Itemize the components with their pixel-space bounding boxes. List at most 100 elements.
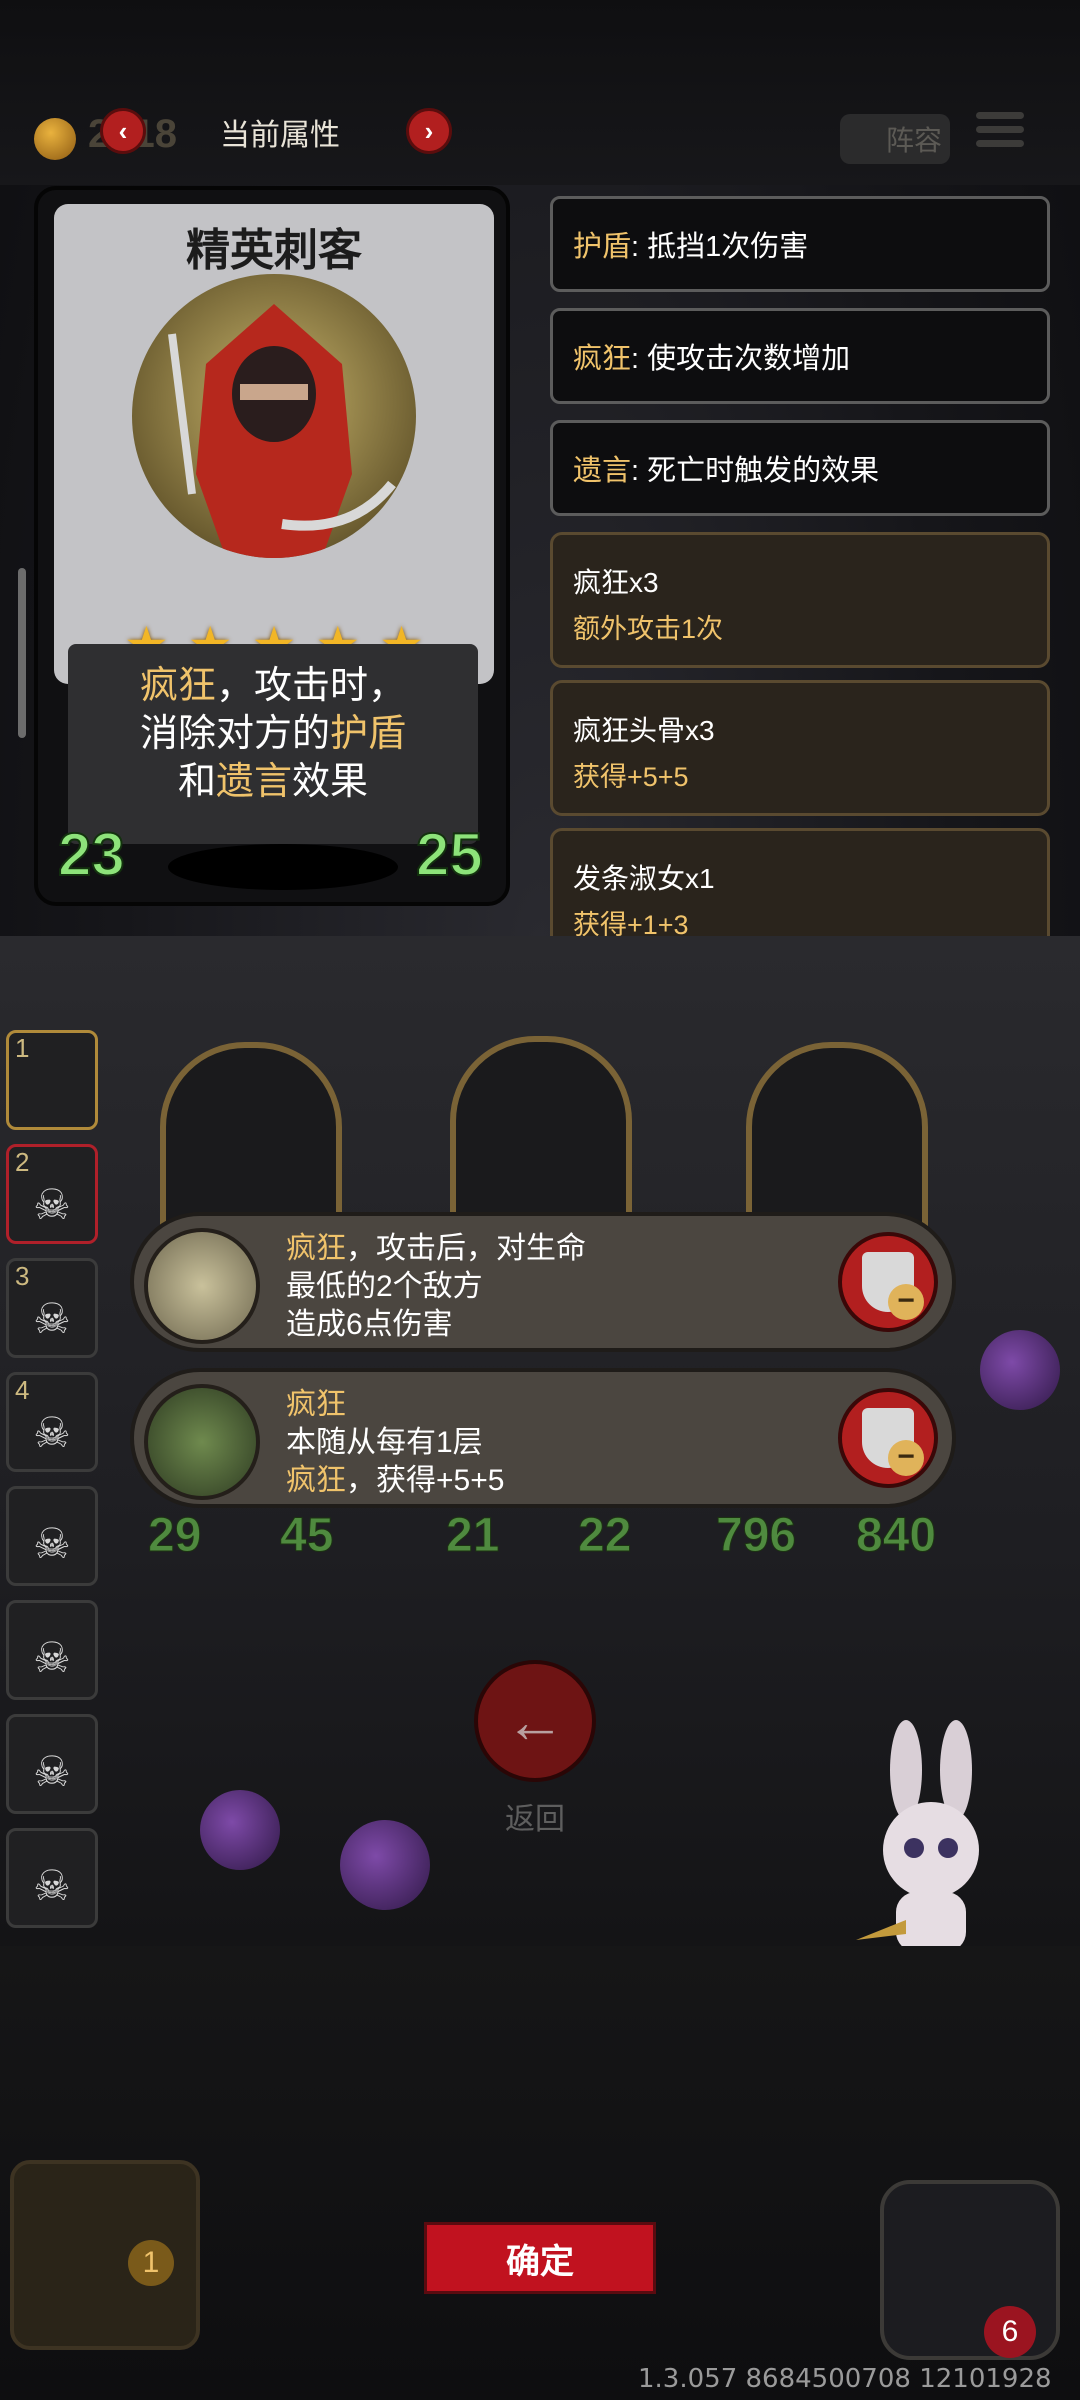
item-title: 发条淑女x1 [573, 863, 715, 894]
keyword-frenzy: 疯狂 [286, 1232, 346, 1265]
item-effect: 额外攻击1次 [573, 614, 724, 644]
card-description: 疯狂，攻击时， 消除对方的护盾 和遗言效果 [68, 662, 478, 806]
back-button[interactable]: ← [474, 1660, 596, 1782]
desc-text: 效果 [292, 761, 369, 803]
skull-icon: ☠ [33, 1634, 71, 1681]
rose-decoration [340, 1820, 430, 1910]
scrollbar[interactable] [18, 568, 26, 738]
keyword-panel-frenzy: 疯狂: 使攻击次数增加 [550, 308, 1050, 404]
skill-description: 疯狂，攻击后，对生命 最低的2个敌方 造成6点伤害 [286, 1230, 586, 1344]
keyword-desc: : 使攻击次数增加 [631, 343, 851, 375]
attack-value: 23 [57, 820, 126, 889]
keyword-frenzy: 疯狂 [286, 1464, 346, 1497]
chest-count-badge: 1 [128, 2240, 174, 2286]
version-text: 1.3.057 8684500708 12101928 [638, 2364, 1052, 2394]
card-name: 精英刺客 [186, 226, 362, 275]
next-button[interactable]: › [406, 108, 452, 154]
skill-text: ，获得+5+5 [346, 1464, 505, 1497]
item-list-clip[interactable]: 发条淑女x1 获得+1+3 [550, 828, 1050, 936]
menu-icon[interactable] [976, 112, 1024, 156]
item-effect: 获得+1+3 [573, 910, 689, 936]
minion-3-health: 840 [855, 1509, 937, 1563]
confirm-button[interactable]: 确定 [424, 2222, 656, 2294]
slot-number: 3 [15, 1261, 30, 1291]
card-description-box: 疯狂，攻击时， 消除对方的护盾 和遗言效果 [68, 644, 478, 844]
keyword-desc: : 抵挡1次伤害 [631, 231, 809, 263]
skull-icon: ☠ [33, 1181, 71, 1228]
minion-2-attack: 21 [445, 1509, 500, 1563]
desc-text: ，攻击时， [216, 665, 407, 707]
skill-row-1: 疯狂，攻击后，对生命 最低的2个敌方 造成6点伤害 − [130, 1212, 956, 1352]
lineup-label: 阵容 [885, 125, 942, 156]
minus-icon: − [888, 1440, 924, 1476]
team-slot-3[interactable]: 3 ☠ [6, 1258, 98, 1358]
team-slot-4[interactable]: 4 ☠ [6, 1372, 98, 1472]
skill-text: 本随从每有1层 [286, 1426, 483, 1459]
skull-icon: ☠ [33, 1748, 71, 1795]
skill-text: ，攻击后，对生命 [346, 1232, 586, 1265]
lineup-button[interactable]: 阵容 [840, 114, 950, 164]
slot-number: 1 [15, 1033, 30, 1063]
item-title: 疯狂x3 [573, 567, 659, 598]
slot-number: 2 [15, 1147, 30, 1177]
item-effect: 获得+5+5 [573, 762, 689, 792]
skull-icon: ☠ [33, 1409, 71, 1456]
minion-2-health: 22 [577, 1509, 632, 1563]
gold-coin-icon [34, 118, 76, 160]
hero-level-badge: 6 [984, 2306, 1036, 2358]
hero-card: 精英刺客 ★ ★ ★ ★ ★ 疯狂，攻击时， 消除对方的护盾 和遗言效果 23 … [34, 186, 510, 906]
assassin-portrait [132, 274, 416, 558]
keyword-shield: 护盾 [330, 713, 407, 755]
item-title: 疯狂头骨x3 [573, 715, 715, 746]
skull-icon: ☠ [33, 1862, 71, 1909]
skill-text: 造成6点伤害 [286, 1308, 453, 1341]
team-slot-2[interactable]: 2 ☠ [6, 1144, 98, 1244]
item-panel: 疯狂头骨x3 获得+5+5 [550, 680, 1050, 816]
minus-icon: − [888, 1284, 924, 1320]
scythe-skill-icon [144, 1228, 260, 1344]
keyword-panel-deathrattle: 遗言: 死亡时触发的效果 [550, 420, 1050, 516]
remove-skill-button[interactable]: − [838, 1232, 938, 1332]
slot-number: 4 [15, 1375, 30, 1405]
keyword-frenzy: 疯狂 [139, 665, 216, 707]
keyword-frenzy: 疯狂 [286, 1388, 346, 1421]
rose-decoration [200, 1790, 280, 1870]
item-panel: 疯狂x3 额外攻击1次 [550, 532, 1050, 668]
prev-button[interactable]: ‹ [100, 108, 146, 154]
desc-text: 和 [177, 761, 216, 803]
skill-text: 最低的2个敌方 [286, 1270, 483, 1303]
keyword-name: 疯狂 [573, 343, 632, 375]
skull-icon: ☠ [33, 1520, 71, 1567]
arrow-left-icon: ← [505, 1687, 565, 1755]
desc-text: 消除对方的 [139, 713, 330, 755]
skull-icon: ☠ [33, 1295, 71, 1342]
keyword-panel-shield: 护盾: 抵挡1次伤害 [550, 196, 1050, 292]
chevron-right-icon: › [424, 115, 434, 146]
page-title: 当前属性 [220, 119, 340, 152]
team-slot-6[interactable]: ☠ [6, 1600, 98, 1700]
item-panel: 发条淑女x1 获得+1+3 [550, 828, 1050, 936]
bunny-mascot[interactable] [846, 1720, 1016, 1970]
skill-description: 疯狂 本随从每有1层 疯狂，获得+5+5 [286, 1386, 504, 1500]
keyword-name: 遗言 [573, 455, 632, 487]
team-slot-8[interactable]: ☠ [6, 1828, 98, 1928]
keyword-deathrattle: 遗言 [215, 761, 292, 803]
health-value: 25 [415, 820, 484, 889]
team-slot-7[interactable]: ☠ [6, 1714, 98, 1814]
rose-decoration [980, 1330, 1060, 1410]
back-label: 返回 [505, 1803, 565, 1836]
team-slot-5[interactable]: ☠ [6, 1486, 98, 1586]
skill-row-2: 疯狂 本随从每有1层 疯狂，获得+5+5 − [130, 1368, 956, 1508]
skull-skill-icon [144, 1384, 260, 1500]
minion-3-attack: 796 [715, 1509, 797, 1563]
chevron-left-icon: ‹ [118, 115, 128, 146]
minion-1-health: 45 [279, 1509, 334, 1563]
keyword-name: 护盾 [573, 231, 632, 263]
confirm-label: 确定 [506, 2242, 574, 2281]
keyword-desc: : 死亡时触发的效果 [631, 455, 880, 487]
card-shadow [168, 844, 398, 890]
remove-skill-button[interactable]: − [838, 1388, 938, 1488]
team-slot-1[interactable]: 1 [6, 1030, 98, 1130]
card-frame: 精英刺客 ★ ★ ★ ★ ★ [54, 204, 494, 684]
minion-1-attack: 29 [147, 1509, 202, 1563]
